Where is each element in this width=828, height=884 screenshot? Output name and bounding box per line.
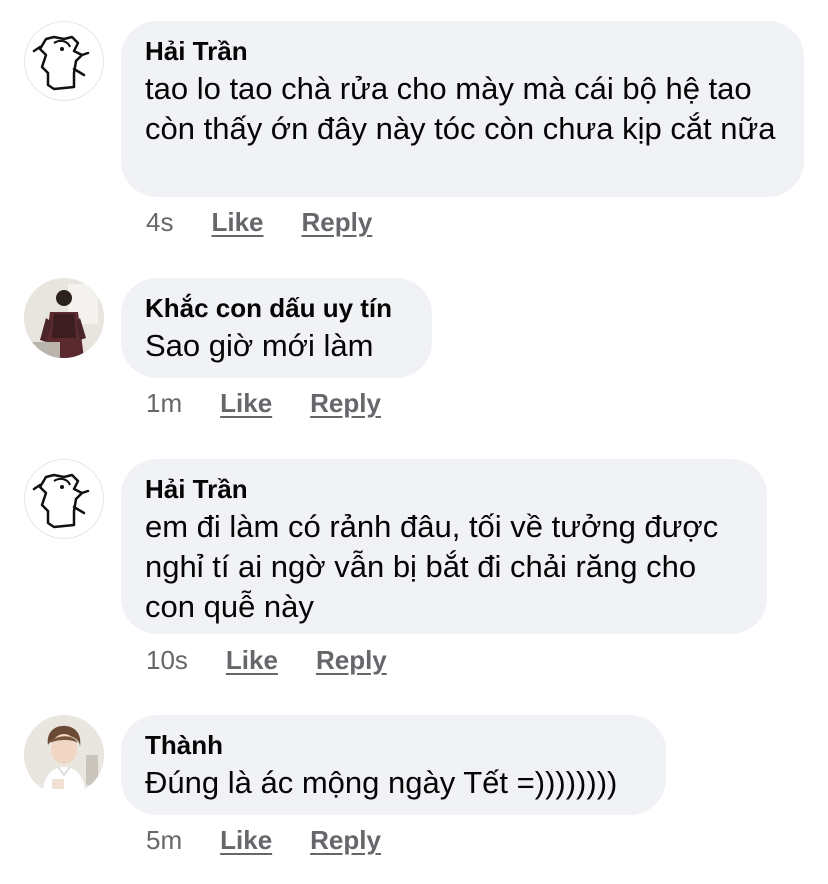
sketch-drawing-avatar-icon <box>32 473 90 529</box>
comment-timestamp: 10s <box>146 645 188 675</box>
comment-author[interactable]: Hải Trần <box>145 473 741 505</box>
comment-author[interactable]: Hải Trần <box>145 35 778 67</box>
like-button[interactable]: Like <box>220 387 272 419</box>
comment-text: Sao giờ mới làm <box>145 328 374 363</box>
comment-actions: 5m Like Reply <box>146 824 419 856</box>
person-photo-avatar-icon <box>24 715 104 795</box>
person-photo-avatar-icon <box>24 278 104 358</box>
comment-actions: 10s Like Reply <box>146 644 425 676</box>
reply-button[interactable]: Reply <box>310 387 381 419</box>
comment-bubble: Thành Đúng là ác mộng ngày Tết =)))))))) <box>121 715 666 815</box>
comment-text: tao lo tao chà rửa cho mày mà cái bộ hệ … <box>145 71 776 146</box>
avatar[interactable] <box>24 715 104 795</box>
comment-author[interactable]: Thành <box>145 729 640 761</box>
like-button[interactable]: Like <box>226 644 278 676</box>
comment-timestamp: 5m <box>146 825 183 855</box>
comment-text: Đúng là ác mộng ngày Tết =)))))))) <box>145 765 618 800</box>
comment-text: em đi làm có rảnh đâu, tối về tưởng được… <box>145 509 719 624</box>
avatar[interactable] <box>24 21 104 101</box>
like-button[interactable]: Like <box>211 206 263 238</box>
reply-button[interactable]: Reply <box>316 644 387 676</box>
sketch-drawing-avatar-icon <box>32 35 90 91</box>
like-button[interactable]: Like <box>220 824 272 856</box>
comment-actions: 1m Like Reply <box>146 387 419 419</box>
comment-bubble: Hải Trần em đi làm có rảnh đâu, tối về t… <box>121 459 767 634</box>
reply-button[interactable]: Reply <box>310 824 381 856</box>
comment-author[interactable]: Khắc con dấu uy tín <box>145 292 406 324</box>
comment-bubble: Hải Trần tao lo tao chà rửa cho mày mà c… <box>121 21 804 197</box>
reply-button[interactable]: Reply <box>302 206 373 238</box>
avatar[interactable] <box>24 278 104 358</box>
comment-timestamp: 1m <box>146 388 183 418</box>
comment-timestamp: 4s <box>146 207 174 237</box>
avatar[interactable] <box>24 459 104 539</box>
comment-bubble: Khắc con dấu uy tín Sao giờ mới làm <box>121 278 432 378</box>
comment-actions: 4s Like Reply <box>146 206 410 238</box>
